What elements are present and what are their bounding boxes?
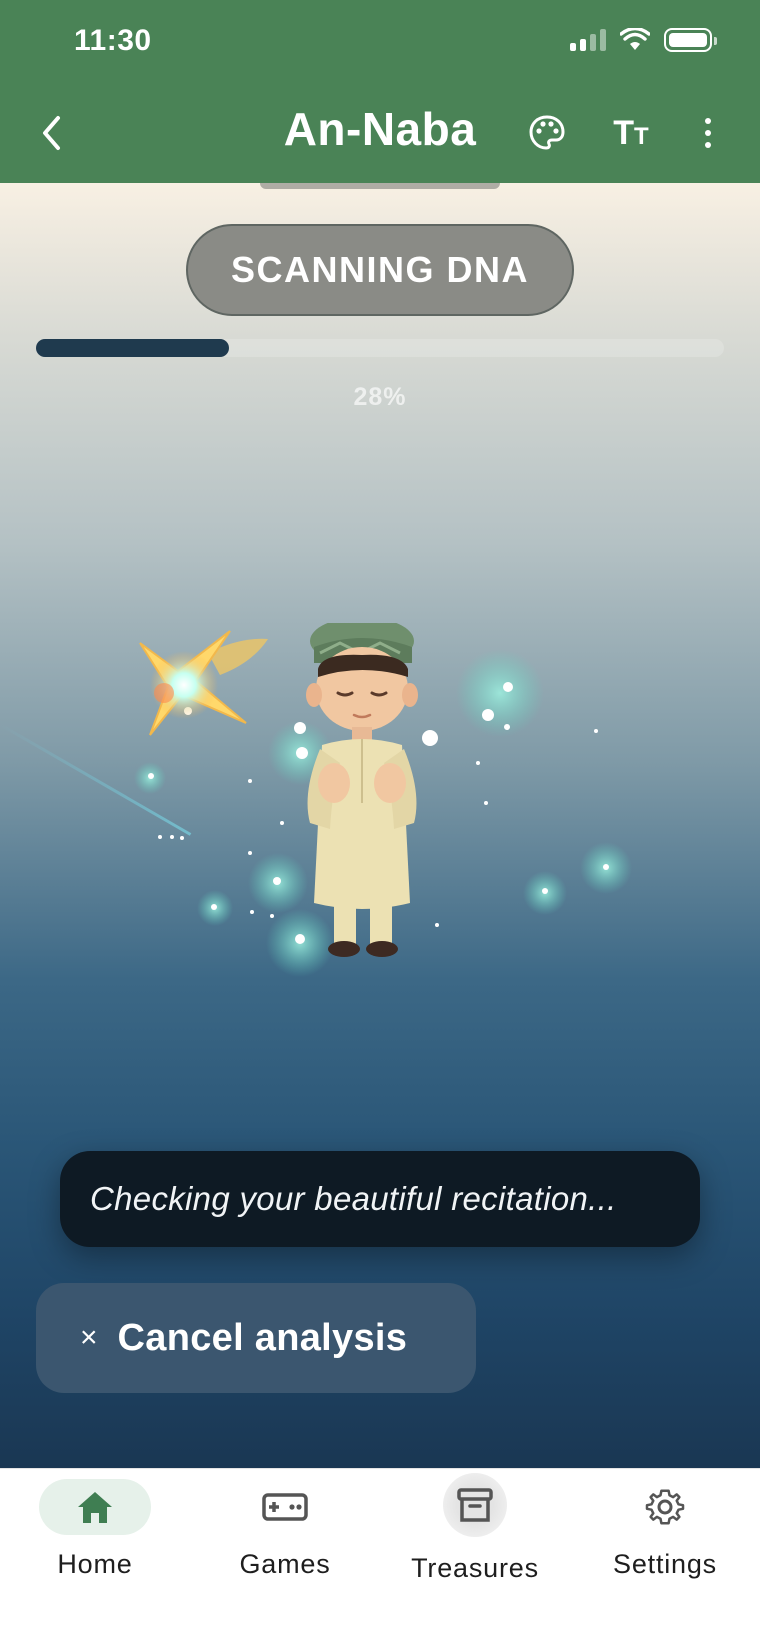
nav-label-treasures: Treasures (411, 1553, 539, 1583)
more-vertical-icon (705, 118, 711, 124)
shooting-star-icon (139, 630, 268, 736)
battery-icon (664, 28, 717, 52)
close-icon: × (80, 1321, 98, 1354)
text-size-icon: TT (613, 113, 649, 152)
nav-label-home: Home (57, 1549, 133, 1579)
gear-icon (609, 1479, 721, 1535)
nav-item-treasures[interactable]: Treasures (380, 1469, 570, 1644)
praying-child-character (306, 623, 418, 957)
archive-box-icon (443, 1473, 507, 1537)
theme-palette-button[interactable] (522, 108, 572, 158)
text-size-button[interactable]: TT (606, 108, 656, 158)
cancel-analysis-label: Cancel analysis (117, 1316, 408, 1359)
nav-item-home[interactable]: Home (0, 1469, 190, 1644)
cellular-signal-icon (570, 29, 606, 51)
status-message: Checking your beautiful recitation... (60, 1151, 700, 1247)
palette-icon (529, 115, 565, 150)
status-icons (570, 28, 717, 52)
bottom-navigation: Home Games Treasures Settings (0, 1468, 760, 1644)
status-time: 11:30 (74, 24, 152, 57)
nav-item-games[interactable]: Games (190, 1469, 380, 1644)
nav-label-games: Games (239, 1549, 331, 1579)
more-options-button[interactable] (693, 108, 723, 158)
gamepad-icon (229, 1479, 341, 1535)
cancel-analysis-button[interactable]: × Cancel analysis (36, 1283, 476, 1393)
home-icon (39, 1479, 151, 1535)
scanning-scene: SCANNING DNA 28% Checking your beautiful… (0, 183, 760, 1468)
nav-item-settings[interactable]: Settings (570, 1469, 760, 1644)
app-header: 11:30 An-Naba TT (0, 0, 760, 183)
nav-label-settings: Settings (613, 1549, 717, 1579)
wifi-icon (620, 28, 650, 50)
